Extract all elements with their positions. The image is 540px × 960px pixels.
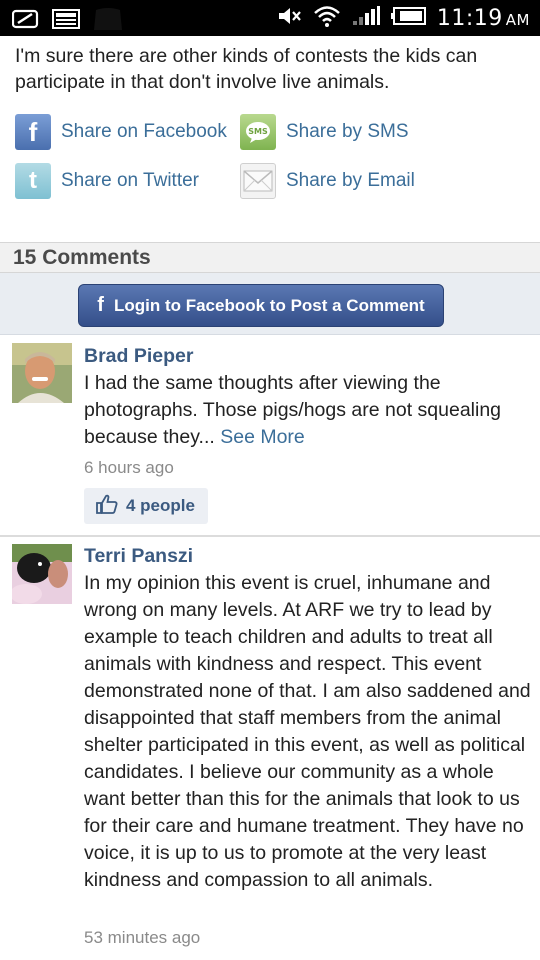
- like-count: 4 people: [126, 496, 195, 515]
- email-icon: [240, 163, 276, 199]
- sms-icon: SMS: [240, 114, 276, 150]
- image-icon: [52, 8, 80, 35]
- thumbs-up-icon: [96, 494, 118, 519]
- comment-item: Terri Panszi In my opinion this event is…: [0, 537, 540, 960]
- twitter-icon: t: [15, 163, 51, 199]
- like-button[interactable]: 4 people: [84, 488, 208, 524]
- comment-timestamp: 6 hours ago: [84, 458, 174, 477]
- notification-icon: [11, 8, 40, 35]
- app-icon: [92, 6, 124, 37]
- wifi-icon: [313, 4, 341, 33]
- share-facebook-label: Share on Facebook: [61, 121, 227, 142]
- facebook-login-button[interactable]: f Login to Facebook to Post a Comment: [78, 284, 444, 327]
- mute-icon: [277, 5, 303, 32]
- share-email-link[interactable]: Share by Email: [240, 163, 415, 199]
- signal-icon: [351, 5, 381, 32]
- share-sms-link[interactable]: SMS Share by SMS: [240, 114, 409, 150]
- avatar[interactable]: [12, 544, 72, 604]
- status-bar: 11:19 AM: [0, 0, 540, 36]
- share-email-label: Share by Email: [286, 170, 415, 191]
- login-bar: f Login to Facebook to Post a Comment: [0, 273, 540, 335]
- comment-timestamp: 53 minutes ago: [84, 928, 201, 947]
- login-button-label: Login to Facebook to Post a Comment: [113, 295, 425, 315]
- article-text: I'm sure there are other kinds of contes…: [15, 45, 478, 93]
- comment-author[interactable]: Brad Pieper: [84, 345, 193, 368]
- share-twitter-label: Share on Twitter: [61, 170, 200, 191]
- avatar[interactable]: [12, 343, 72, 403]
- comments-header: 15 Comments: [0, 242, 540, 273]
- share-facebook-link[interactable]: f Share on Facebook: [15, 114, 227, 150]
- comment-body: In my opinion this event is cruel, inhum…: [84, 572, 531, 891]
- clock: 11:19 AM: [436, 6, 530, 31]
- comments-count: 15 Comments: [13, 246, 151, 269]
- battery-icon: [390, 6, 427, 31]
- facebook-icon: f: [97, 294, 104, 316]
- share-twitter-link[interactable]: t Share on Twitter: [15, 163, 199, 199]
- comment-author[interactable]: Terri Panszi: [84, 545, 193, 568]
- svg-text:SMS: SMS: [248, 127, 268, 136]
- facebook-icon: f: [15, 114, 51, 150]
- see-more-link[interactable]: See More: [220, 426, 305, 448]
- share-sms-label: Share by SMS: [286, 121, 409, 142]
- comment-text: I had the same thoughts after viewing th…: [84, 370, 532, 451]
- comment-item: Brad Pieper I had the same thoughts afte…: [0, 335, 540, 535]
